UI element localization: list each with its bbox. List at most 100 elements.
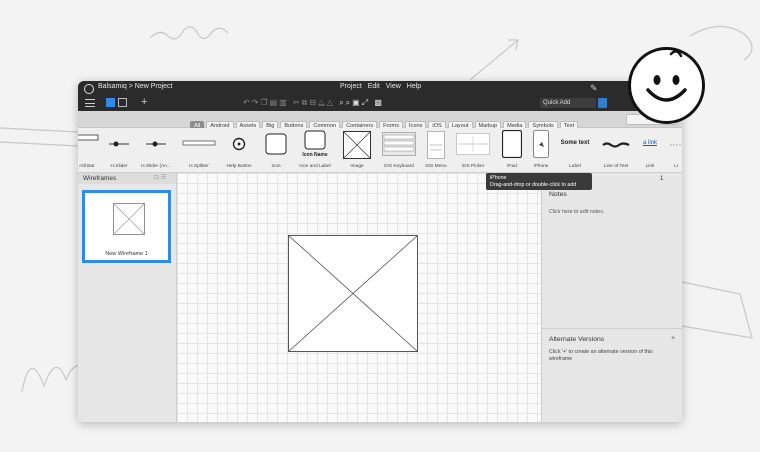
iphone-tooltip: iPhone Drag-and-drop or double-click to … (486, 173, 592, 190)
menu-view[interactable]: View (386, 83, 401, 90)
add-wireframe-icon[interactable]: + (141, 96, 147, 108)
library-item-iphone[interactable]: iPhone (528, 128, 554, 172)
link-sample-text: a link (642, 140, 657, 146)
library-item-label: iOS Keyboard (384, 164, 414, 169)
list-icon (670, 144, 682, 146)
line-of-text-icon (602, 142, 630, 148)
iphone-icon (533, 130, 549, 158)
align-icon[interactable]: ⧋ (318, 98, 327, 107)
notes-header-suffix: 1 (660, 176, 664, 182)
undo-icon[interactable]: ↶ (243, 98, 252, 107)
wireframes-panel-header: Wireframes ⊡ ☰ (78, 173, 176, 184)
library-item-ios-picker[interactable]: iOS Picker (452, 128, 494, 172)
ios-menu-icon (427, 131, 445, 159)
notes-editor[interactable]: Click here to edit notes. (549, 209, 604, 215)
library-item-label: Image (350, 164, 364, 169)
library-item-icon-and-label[interactable]: Icon Name Icon and Label (296, 128, 334, 172)
ipad-icon (502, 130, 522, 158)
h-splitter-icon (182, 140, 216, 146)
scrollbar-icon (78, 134, 99, 141)
image-placeholder-icon (343, 131, 371, 159)
library-item-ios-keyboard[interactable]: iOS Keyboard (378, 128, 420, 172)
single-view-icon[interactable] (106, 98, 115, 107)
canvas-image-placeholder[interactable] (288, 235, 418, 352)
panel-divider (542, 328, 682, 329)
wireframe-thumbnail-label: New Wireframe 1 (105, 251, 148, 257)
panel-options-icon[interactable]: ⊡ ☰ (154, 174, 166, 181)
menu-edit[interactable]: Edit (368, 83, 380, 90)
present-icon[interactable]: ▩ (374, 98, 384, 107)
notes-title: Notes (549, 191, 567, 198)
lock-icon[interactable]: ⊟ (309, 98, 318, 107)
alternate-versions-title: Alternate Versions (549, 336, 605, 343)
library-item-label-widget[interactable]: Some text Label (556, 128, 594, 172)
library-item-label: Help Button (226, 164, 252, 169)
toolbar: + ↶↷❐▤▥ ✂⧉⊟⧋△ ⌕⌕▣⤢ ▩ Quick Add ✎ (78, 83, 682, 111)
tooltip-text: Drag-and-drop or double-click to add (490, 181, 577, 188)
menu-bar: Project Edit View Help (340, 83, 425, 90)
library-item-label: Li (674, 164, 678, 169)
library-item-label: Line of Text (603, 164, 629, 169)
h-slider-icon (109, 141, 129, 147)
library-filter-bar: All Android Assets Big Buttons Common Containe… (78, 111, 682, 131)
ios-picker-icon (456, 133, 490, 155)
library-item-ipad[interactable]: iPad (498, 128, 526, 172)
quick-add-button[interactable] (598, 98, 607, 108)
library-item-icon[interactable]: Icon (258, 128, 294, 172)
library-item-label: iPhone (533, 164, 549, 169)
menu-project[interactable]: Project (340, 83, 362, 90)
edit-tools-group: ↶↷❐▤▥ ✂⧉⊟⧋△ ⌕⌕▣⤢ ▩ (243, 98, 384, 108)
breadcrumb[interactable]: Balsamiq > New Project (98, 83, 173, 90)
library-item-label: H.Slider (An... (141, 164, 171, 169)
paste-icon[interactable]: ▤ (270, 98, 280, 107)
library-item-label: iOS Menu (425, 164, 447, 169)
wireframes-title: Wireframes (83, 175, 117, 182)
library-item-label: H.Splitter (189, 164, 209, 169)
library-item-label: iOS Picker (461, 164, 485, 169)
icon-and-label-icon (304, 130, 326, 150)
wireframe-thumbnail[interactable]: New Wireframe 1 (82, 190, 171, 263)
pencil-icon[interactable]: ✎ (590, 83, 598, 94)
library-item-line-of-text[interactable]: Line of Text (596, 128, 636, 172)
grid-view-icon[interactable] (118, 98, 127, 107)
add-alternate-button[interactable]: + (671, 335, 675, 342)
library-item-help-button[interactable]: Help Button (222, 128, 256, 172)
alternate-versions-help: Click '+' to create an alternate version… (549, 349, 653, 362)
properties-panel: 1 Notes Click here to edit notes. Altern… (541, 173, 682, 422)
balsamiq-logo-icon[interactable] (84, 84, 94, 94)
actual-size-icon[interactable]: ▣ (352, 98, 362, 107)
quick-add-input[interactable]: Quick Add (540, 98, 596, 108)
library-item-label: Link (645, 164, 655, 169)
library-item-label: iPad (507, 164, 517, 169)
label-sample-text: Some text (560, 140, 590, 146)
wireframes-panel: Wireframes ⊡ ☰ New Wireframe 1 (78, 173, 177, 422)
ios-keyboard-icon (382, 132, 416, 156)
library-item-link[interactable]: a link Link (638, 128, 662, 172)
fit-icon[interactable]: ⤢ (362, 98, 370, 107)
menu-help[interactable]: Help (407, 83, 421, 90)
library-item-label: roll Bar (79, 164, 95, 169)
h-slider-android-icon (146, 141, 166, 147)
icon-name-text: Icon Name (302, 152, 328, 158)
app-window: Balsamiq > New Project Project Edit View… (78, 81, 682, 422)
thumbnail-image-placeholder-icon (113, 203, 145, 235)
library-item-h-splitter[interactable]: H.Splitter (178, 128, 220, 172)
library-item-scroll-bar[interactable]: roll Bar (78, 128, 100, 172)
title-bar: Balsamiq > New Project Project Edit View… (78, 81, 682, 111)
library-item-h-slider[interactable]: H.Slider (104, 128, 134, 172)
mascot-face-icon (646, 50, 687, 102)
library-item-label: Icon and Label (299, 164, 331, 169)
ui-library-strip: roll Bar H.Slider H.Slider (An... H.Spli… (78, 128, 682, 173)
library-item-ios-menu[interactable]: iOS Menu (422, 128, 450, 172)
warning-icon[interactable]: △ (327, 98, 335, 107)
hamburger-menu-icon[interactable] (85, 99, 95, 110)
icon-placeholder-icon (265, 133, 287, 155)
copy-icon[interactable]: ❐ (260, 98, 269, 107)
library-item-image[interactable]: Image (338, 128, 376, 172)
cut-icon[interactable]: ✂ (293, 98, 302, 107)
library-item-h-slider-android[interactable]: H.Slider (An... (136, 128, 176, 172)
delete-icon[interactable]: ▥ (279, 98, 289, 107)
library-item-list[interactable]: Li (668, 128, 682, 172)
wireframe-canvas[interactable] (177, 173, 541, 422)
library-item-label: Icon (271, 164, 281, 169)
